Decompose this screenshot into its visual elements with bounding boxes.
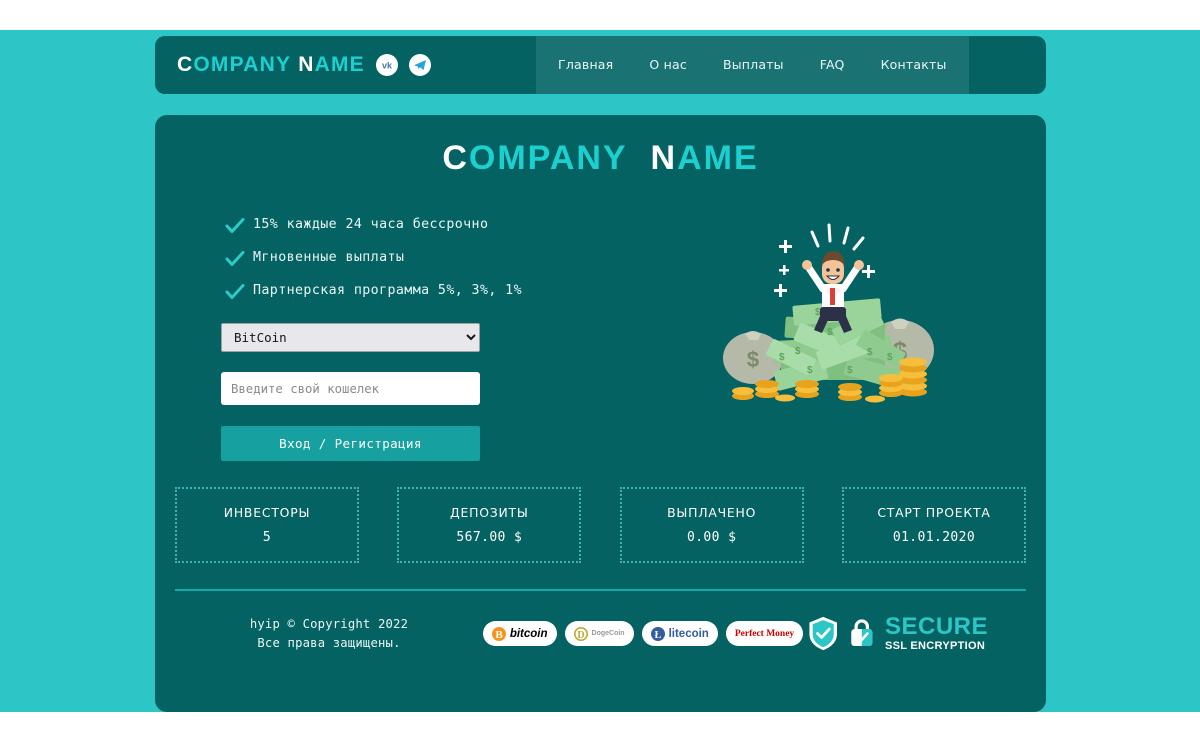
perfect-money-label: Perfect Money	[734, 628, 795, 639]
svg-text:$: $	[807, 365, 813, 376]
brand-company-rest: OMPANY	[193, 53, 292, 76]
svg-text:$: $	[847, 365, 853, 376]
bitcoin-logo[interactable]: B bitcoin	[482, 621, 557, 646]
feature-item: 15% каждые 24 часа бессрочно	[221, 208, 641, 241]
page-title: COMPANY NAME	[155, 139, 1046, 178]
dogecoin-label: DogeCoin	[591, 630, 625, 637]
padlock-check-icon	[851, 619, 873, 647]
feature-item: Партнерская программа 5%, 3%, 1%	[221, 274, 641, 307]
litecoin-label: litecoin	[668, 627, 709, 640]
ssl-secure-badge: SECURE SSL ENCRYPTION	[807, 611, 1022, 656]
svg-text:vk: vk	[382, 61, 393, 71]
site-header: COMPANY NAME vk Главная О нас Выплаты FA…	[155, 36, 1046, 94]
stat-project-start: СТАРТ ПРОЕКТА 01.01.2020	[841, 487, 1026, 563]
feature-text: Партнерская программа 5%, 3%, 1%	[253, 283, 522, 298]
nav-item-contacts[interactable]: Контакты	[863, 36, 965, 94]
copyright-line-2: Все права защищены.	[257, 635, 401, 650]
login-register-button[interactable]: Вход / Регистрация	[221, 426, 480, 461]
stat-value: 5	[262, 530, 272, 545]
hero-left-column: 15% каждые 24 часа бессрочно Мгновенные …	[221, 208, 641, 461]
telegram-icon[interactable]	[408, 54, 431, 76]
feature-list: 15% каждые 24 часа бессрочно Мгновенные …	[221, 208, 641, 307]
brand-letter-c: C	[177, 53, 194, 76]
title-letter-c: C	[442, 139, 469, 177]
feature-item: Мгновенные выплаты	[221, 241, 641, 274]
main-content-card: COMPANY NAME 15% каждые 24 часа бессрочн…	[155, 115, 1046, 712]
payment-logos: B bitcoin D DogeCoin Ł litecoin Perfect	[479, 621, 807, 646]
stats-row: ИНВЕСТОРЫ 5 ДЕПОЗИТЫ 567.00 $ ВЫПЛАЧЕНО …	[155, 487, 1046, 563]
stat-value: 0.00 $	[686, 530, 737, 545]
brand-name: COMPANY NAME	[177, 53, 365, 77]
stat-label: ДЕПОЗИТЫ	[449, 505, 529, 520]
title-letter-n: N	[650, 139, 678, 177]
nav-item-about[interactable]: О нас	[631, 36, 705, 94]
money-pile-illustration: $ $ $ $ $ $$ $$	[722, 223, 934, 403]
svg-text:$: $	[827, 327, 833, 338]
ssl-main-text: SECURE	[884, 613, 988, 640]
nav-item-payouts[interactable]: Выплаты	[705, 36, 802, 94]
main-navigation: Главная О нас Выплаты FAQ Контакты	[536, 36, 969, 94]
dogecoin-icon: D	[573, 626, 588, 641]
stat-value: 567.00 $	[456, 530, 523, 545]
site-footer: hyip © Copyright 2022 Все права защищены…	[155, 591, 1046, 656]
svg-text:$: $	[867, 347, 873, 358]
shield-check-icon	[809, 616, 837, 651]
bitcoin-icon: B	[491, 626, 506, 641]
stat-value: 01.01.2020	[892, 530, 976, 545]
brand-letter-n: N	[298, 53, 315, 76]
svg-text:$: $	[887, 352, 893, 363]
stat-deposits: ДЕПОЗИТЫ 567.00 $	[397, 487, 582, 563]
svg-text:B: B	[495, 629, 503, 641]
svg-text:D: D	[577, 630, 584, 641]
ssl-text-block: SECURE SSL ENCRYPTION	[885, 615, 988, 652]
stat-investors: ИНВЕСТОРЫ 5	[175, 487, 359, 563]
feature-text: Мгновенные выплаты	[253, 250, 405, 265]
svg-text:$: $	[746, 347, 758, 372]
svg-text:$: $	[779, 352, 785, 363]
title-name-rest: AME	[677, 139, 759, 177]
litecoin-icon: Ł	[650, 626, 665, 641]
wallet-input[interactable]	[221, 372, 480, 405]
bitcoin-label: bitcoin	[509, 627, 548, 640]
hero-section: 15% каждые 24 часа бессрочно Мгновенные …	[155, 208, 1046, 461]
vk-icon[interactable]: vk	[375, 54, 398, 76]
brand-logo[interactable]: COMPANY NAME vk	[155, 36, 536, 94]
nav-item-home[interactable]: Главная	[540, 36, 631, 94]
stat-label: ВЫПЛАЧЕНО	[667, 505, 757, 520]
feature-text: 15% каждые 24 часа бессрочно	[253, 217, 489, 232]
brand-name-rest: AME	[314, 53, 365, 76]
check-icon	[225, 280, 245, 313]
litecoin-logo[interactable]: Ł litecoin	[641, 621, 718, 646]
currency-select[interactable]: BitCoin	[221, 323, 480, 352]
stat-label: ИНВЕСТОРЫ	[223, 505, 311, 520]
title-company-rest: OMPANY	[468, 139, 628, 177]
nav-item-faq[interactable]: FAQ	[802, 36, 863, 94]
hero-illustration: $ $ $ $ $ $ $ $ $	[641, 208, 1022, 461]
stat-paid-out: ВЫПЛАЧЕНО 0.00 $	[619, 487, 804, 563]
svg-text:Ł: Ł	[654, 630, 661, 641]
ssl-sub-text: SSL ENCRYPTION	[884, 640, 986, 652]
svg-text:$: $	[795, 346, 801, 357]
copyright-block: hyip © Copyright 2022 Все права защищены…	[179, 615, 479, 653]
stat-label: СТАРТ ПРОЕКТА	[877, 505, 991, 520]
perfect-money-logo[interactable]: Perfect Money	[725, 621, 804, 646]
copyright-line-1: hyip © Copyright 2022	[249, 616, 409, 631]
dogecoin-logo[interactable]: D DogeCoin	[564, 621, 634, 646]
